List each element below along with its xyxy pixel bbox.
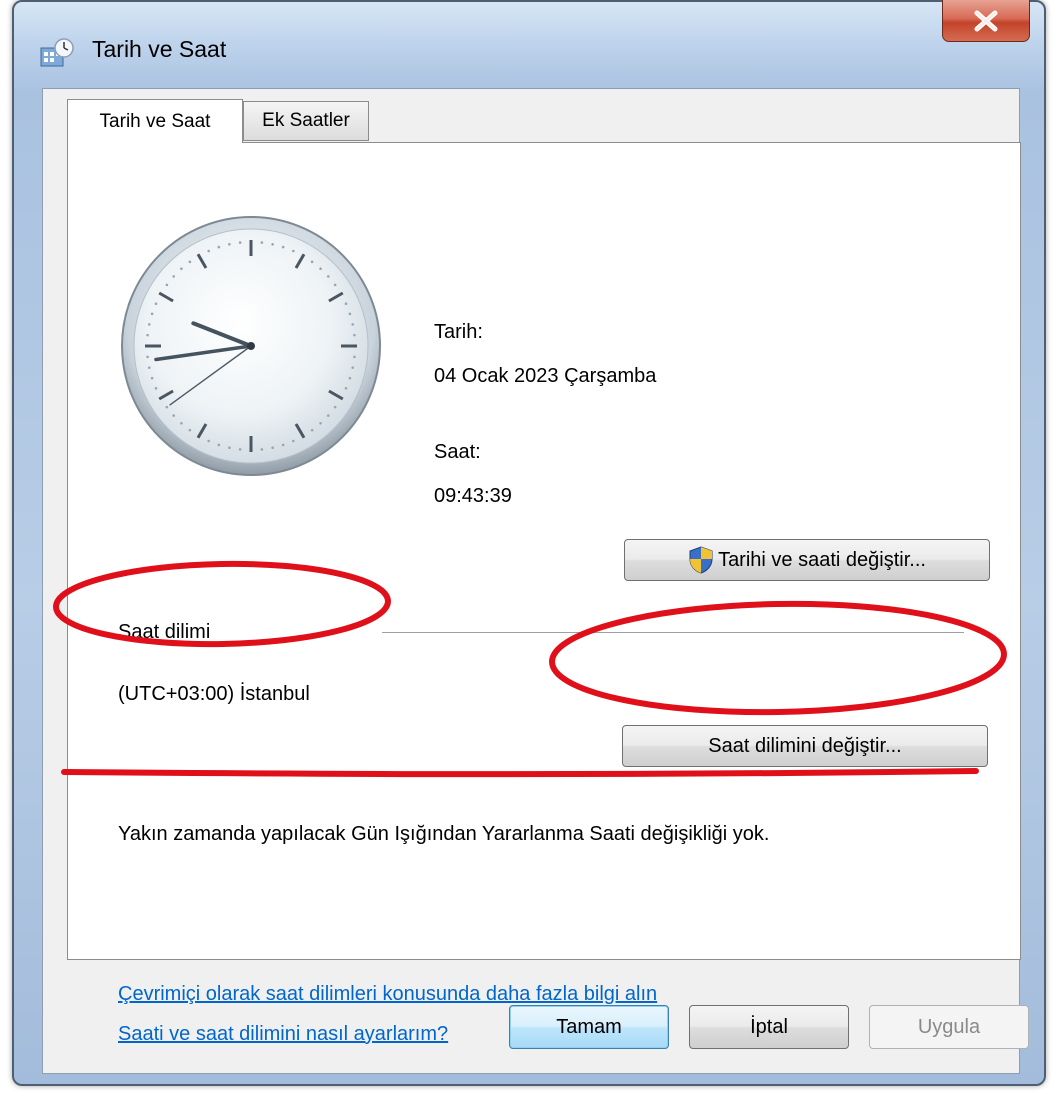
timezone-value: (UTC+03:00) İstanbul xyxy=(118,683,310,705)
clock-minute-tick xyxy=(147,366,151,369)
time-value: 09:43:39 xyxy=(434,485,512,507)
close-icon xyxy=(974,10,998,31)
apply-label: Uygula xyxy=(917,1015,981,1038)
dialog-client-area: Tarih ve Saat Ek Saatler Tarih: 04 Ocak … xyxy=(42,88,1029,1074)
clock-center-hub xyxy=(247,342,255,350)
clock-minute-tick xyxy=(207,249,210,253)
clock-minute-tick xyxy=(333,405,337,409)
cancel-label: İptal xyxy=(750,1015,788,1038)
clock-minute-tick xyxy=(348,376,352,380)
clock-minute-tick xyxy=(292,249,295,253)
ok-label: Tamam xyxy=(556,1015,622,1038)
clock-minute-tick xyxy=(271,446,274,450)
clock-minute-tick xyxy=(207,439,210,443)
clock-minute-tick xyxy=(348,312,352,316)
clock-minute-tick xyxy=(172,414,176,417)
tab-date-time[interactable]: Tarih ve Saat xyxy=(67,99,243,143)
clock-minute-tick xyxy=(150,376,154,380)
title-bar[interactable]: Tarih ve Saat xyxy=(14,0,1044,88)
clock-minute-tick xyxy=(172,275,176,278)
clock-minute-tick xyxy=(180,421,183,425)
clock-minute-tick xyxy=(281,245,285,249)
clock-minute-tick xyxy=(271,242,274,246)
date-value: 04 Ocak 2023 Çarşamba xyxy=(434,365,657,387)
tab-panel: Tarih: 04 Ocak 2023 Çarşamba Saat: 09:43… xyxy=(67,142,1021,1045)
clock-minute-tick xyxy=(281,443,285,447)
timezone-info-link[interactable]: Çevrimiçi olarak saat dilimleri konusund… xyxy=(118,983,657,1006)
clock-minute-tick xyxy=(344,302,348,305)
clock-minute-tick xyxy=(260,448,264,451)
clock-minute-tick xyxy=(326,414,330,417)
section-divider xyxy=(382,632,964,633)
tab-additional-clocks[interactable]: Ek Saatler xyxy=(243,101,369,141)
clock-minute-tick xyxy=(154,302,158,305)
clock-minute-tick xyxy=(351,323,355,326)
tab-label: Tarih ve Saat xyxy=(99,110,211,132)
cancel-button[interactable]: İptal xyxy=(689,1005,849,1049)
clock-minute-tick xyxy=(165,283,169,287)
clock-minute-tick xyxy=(228,242,231,246)
clock-minute-tick xyxy=(217,245,221,249)
clock-minute-tick xyxy=(180,267,183,271)
clock-minute-tick xyxy=(154,387,158,390)
clock-minute-tick xyxy=(310,260,314,264)
clock-minute-tick xyxy=(319,421,322,425)
clock-minute-tick xyxy=(165,405,169,409)
dialog-window: Tarih ve Saat Tarih ve Saat Ek Saatler T… xyxy=(12,0,1046,1086)
clock-minute-tick xyxy=(353,333,356,337)
clock-minute-tick xyxy=(333,283,337,287)
clock-minute-tick xyxy=(147,323,151,326)
clock-minute-tick xyxy=(188,260,192,264)
clock-minute-tick xyxy=(260,241,264,244)
clock-minute-tick xyxy=(238,241,242,244)
clock-minute-tick xyxy=(238,448,242,451)
clock-minute-tick xyxy=(146,333,149,337)
uac-shield-icon xyxy=(689,546,713,574)
clock-minute-tick xyxy=(353,355,356,359)
ok-button[interactable]: Tamam xyxy=(509,1005,669,1049)
analog-clock xyxy=(121,216,381,476)
clock-minute-tick xyxy=(228,446,231,450)
clock-minute-tick xyxy=(146,355,149,359)
close-button[interactable] xyxy=(942,0,1030,42)
apply-button[interactable]: Uygula xyxy=(869,1005,1029,1049)
window-title: Tarih ve Saat xyxy=(92,36,227,62)
date-label: Tarih: xyxy=(434,321,483,343)
clock-minute-tick xyxy=(351,366,355,369)
clock-minute-tick xyxy=(326,275,330,278)
change-date-time-button[interactable]: Tarihi ve saati değiştir... xyxy=(624,539,990,581)
change-timezone-label: Saat dilimini değiştir... xyxy=(708,734,902,757)
clock-minute-tick xyxy=(217,443,221,447)
change-date-time-label: Tarihi ve saati değiştir... xyxy=(718,548,926,571)
clock-minute-tick xyxy=(310,428,314,432)
clock-minute-tick xyxy=(292,439,295,443)
clock-minute-tick xyxy=(319,267,322,271)
clock-minute-tick xyxy=(150,312,154,316)
clock-minute-tick xyxy=(188,428,192,432)
date-time-icon xyxy=(40,38,74,67)
how-to-link[interactable]: Saati ve saat dilimini nasıl ayarlarım? xyxy=(118,1023,448,1046)
time-label: Saat: xyxy=(434,441,481,463)
change-timezone-button[interactable]: Saat dilimini değiştir... xyxy=(622,725,988,767)
clock-minute-tick xyxy=(344,387,348,390)
dst-message: Yakın zamanda yapılacak Gün Işığından Ya… xyxy=(118,823,770,845)
tab-label: Ek Saatler xyxy=(262,110,350,131)
timezone-heading: Saat dilimi xyxy=(118,621,211,643)
